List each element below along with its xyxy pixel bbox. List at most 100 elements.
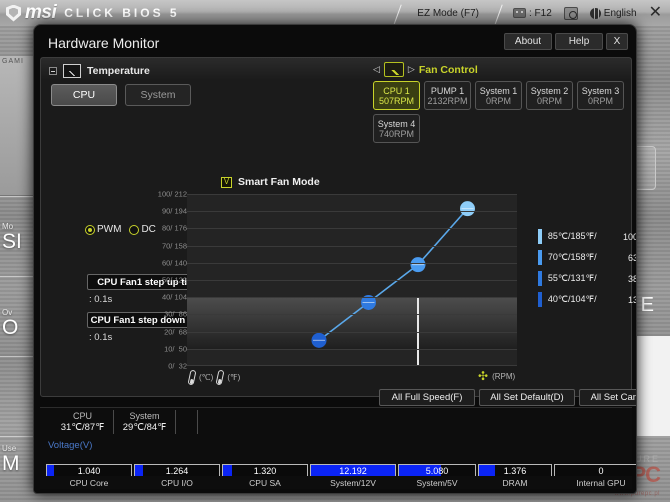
y-tick-label: 100/ 212	[157, 189, 187, 199]
background-left-tab-label: GAMI	[2, 58, 24, 65]
curve-segment	[417, 208, 469, 266]
voltage-cell: 1.264 CPU I/O	[134, 464, 222, 488]
legend-row: 55℃/131℉/ 38%	[538, 268, 636, 289]
legend-temp-label: 70℃/158℉/	[547, 252, 597, 262]
legend-temp-label: 40℃/104℉/	[547, 294, 597, 304]
smart-fan-checkbox[interactable]: V	[221, 176, 232, 188]
voltage-cell: 1.040 CPU Core	[46, 464, 134, 488]
y-tick-label: 10/ 50	[164, 344, 187, 354]
hardware-monitor-dialog: Hardware Monitor About Help X Temperatur…	[33, 24, 637, 494]
voltage-bar: 0	[554, 464, 636, 476]
background-label-0: Mo SI	[2, 222, 22, 253]
voltage-cell: 1.320 CPU SA	[222, 464, 310, 488]
y-tick-label: 0/ 32	[168, 361, 187, 371]
voltage-cell: 5.080 System/5V	[398, 464, 478, 488]
voltage-value: 1.040	[77, 466, 101, 476]
voltage-value: 0	[598, 466, 604, 476]
temperature-section-header: Temperature	[49, 64, 150, 78]
fan-icon: ✣	[478, 369, 489, 383]
legend-temp-label: 85℃/185℉/	[547, 231, 597, 241]
fan-control-title: Fan Control	[418, 63, 478, 76]
fan-tab-pump1[interactable]: PUMP 1 2132RPM	[424, 81, 471, 110]
radio-pwm[interactable]: PWM	[85, 224, 121, 235]
fan-tab-system2[interactable]: System 2 0RPM	[526, 81, 573, 110]
legend-percent-label: 100%	[622, 231, 636, 242]
all-set-default-button[interactable]: All Set Default(D)	[479, 389, 575, 406]
fan-control-header: ◁ ▷ Fan Control	[373, 62, 627, 77]
gridline	[187, 348, 517, 350]
monitor-panel: Temperature CPU System ◁ ▷ Fan Control C…	[40, 57, 636, 397]
action-button-row: All Full Speed(F) All Set Default(D) All…	[379, 389, 636, 406]
radio-pwm-label: PWM	[97, 224, 122, 235]
curve-segment	[318, 301, 369, 341]
tab-cpu[interactable]: CPU	[51, 84, 117, 106]
collapse-icon[interactable]	[49, 67, 57, 75]
legend-row: 70℃/158℉/ 63%	[538, 247, 636, 268]
next-arrow-icon[interactable]: ▷	[408, 64, 415, 75]
screen: GAMI Mo SI Ov O Use M E PURE PC www.pure…	[0, 0, 670, 502]
step-down-time-value: : 0.1s	[89, 332, 113, 343]
legend-percent-label: 38%	[627, 273, 636, 284]
temperature-readouts: CPU 31℃/87℉ System 29℃/84℉	[52, 410, 198, 434]
gridline	[187, 245, 517, 247]
y-tick-label: 60/ 140	[161, 258, 187, 268]
camera-icon	[512, 8, 526, 18]
close-dialog-button[interactable]: X	[606, 33, 628, 50]
fan-curve-plot-area[interactable]	[187, 194, 517, 366]
all-set-cancel-button[interactable]: All Set Cancel(C)	[579, 389, 636, 406]
language-selector[interactable]: English	[589, 7, 637, 19]
screenshot-key-label: : F12	[528, 7, 552, 19]
legend-percent-label: 63%	[627, 252, 636, 263]
search-icon[interactable]	[563, 6, 578, 20]
close-icon[interactable]: ✕	[649, 5, 662, 21]
voltage-cell: 12.192 System/12V	[310, 464, 398, 488]
voltage-label: CPU I/O	[161, 478, 193, 488]
fahrenheit-label: (℉)	[227, 373, 241, 382]
fan-tab-system4[interactable]: System 4 740RPM	[373, 114, 420, 143]
voltage-value: 1.376	[503, 466, 527, 476]
voltage-bar: 1.040	[46, 464, 132, 476]
screenshot-shortcut[interactable]: : F12	[512, 7, 552, 19]
celsius-label: (℃)	[199, 373, 214, 382]
y-tick-label: 30/ 86	[164, 309, 187, 319]
legend-color-swatch	[538, 250, 542, 265]
fan-curve-legend: 85℃/185℉/ 100% 70℃/158℉/ 63% 55℃/131℉/ 38% 40℃…	[538, 226, 636, 310]
voltage-value: 5.080	[425, 466, 449, 476]
globe-icon	[589, 7, 601, 19]
y-tick-label: 20/ 68	[164, 327, 187, 337]
ez-mode-button[interactable]: EZ Mode (F7)	[395, 6, 501, 21]
about-button[interactable]: About	[504, 33, 552, 50]
prev-arrow-icon[interactable]: ◁	[373, 64, 380, 75]
gridline	[187, 262, 517, 264]
dialog-buttons: About Help X	[504, 33, 628, 50]
voltage-cell: 0 Internal GPU	[554, 464, 636, 488]
fan-tab-system3[interactable]: System 3 0RPM	[577, 81, 624, 110]
all-full-speed-button[interactable]: All Full Speed(F)	[379, 389, 475, 406]
gridline	[187, 280, 517, 281]
y-tick-label: 80/ 176	[161, 223, 187, 233]
background-label-1: Ov O	[2, 308, 19, 339]
voltage-value: 1.264	[165, 466, 189, 476]
status-temp-spacer	[176, 410, 198, 434]
fan-tab-system1[interactable]: System 1 0RPM	[475, 81, 522, 110]
gridline	[187, 365, 517, 366]
voltage-bar: 12.192	[310, 464, 396, 476]
y-tick-label: 90/ 194	[161, 206, 187, 216]
step-up-time-value: : 0.1s	[89, 294, 113, 305]
voltage-cell: 1.376 DRAM	[478, 464, 554, 488]
legend-color-swatch	[538, 271, 542, 286]
voltage-readouts: 1.040 CPU Core 1.264 CPU I/O 1.320 CPU SA 12.1…	[46, 464, 636, 488]
temperature-source-tabs: CPU System	[51, 84, 191, 106]
voltage-bar: 1.376	[478, 464, 552, 476]
page-title: Hardware Monitor	[48, 35, 160, 51]
temperature-section-title: Temperature	[87, 65, 150, 77]
gridline	[187, 194, 517, 195]
voltage-bar: 1.320	[222, 464, 308, 476]
help-button[interactable]: Help	[555, 33, 603, 50]
fan-tab-cpu1[interactable]: CPU 1 507RPM	[373, 81, 420, 110]
rpm-axis-legend: ✣ (RPM)	[478, 370, 515, 382]
radio-pwm-dot-icon	[85, 224, 95, 235]
voltage-value: 1.320	[253, 466, 277, 476]
tab-system[interactable]: System	[125, 84, 191, 106]
smart-fan-mode-header: V Smart Fan Mode	[221, 176, 320, 188]
